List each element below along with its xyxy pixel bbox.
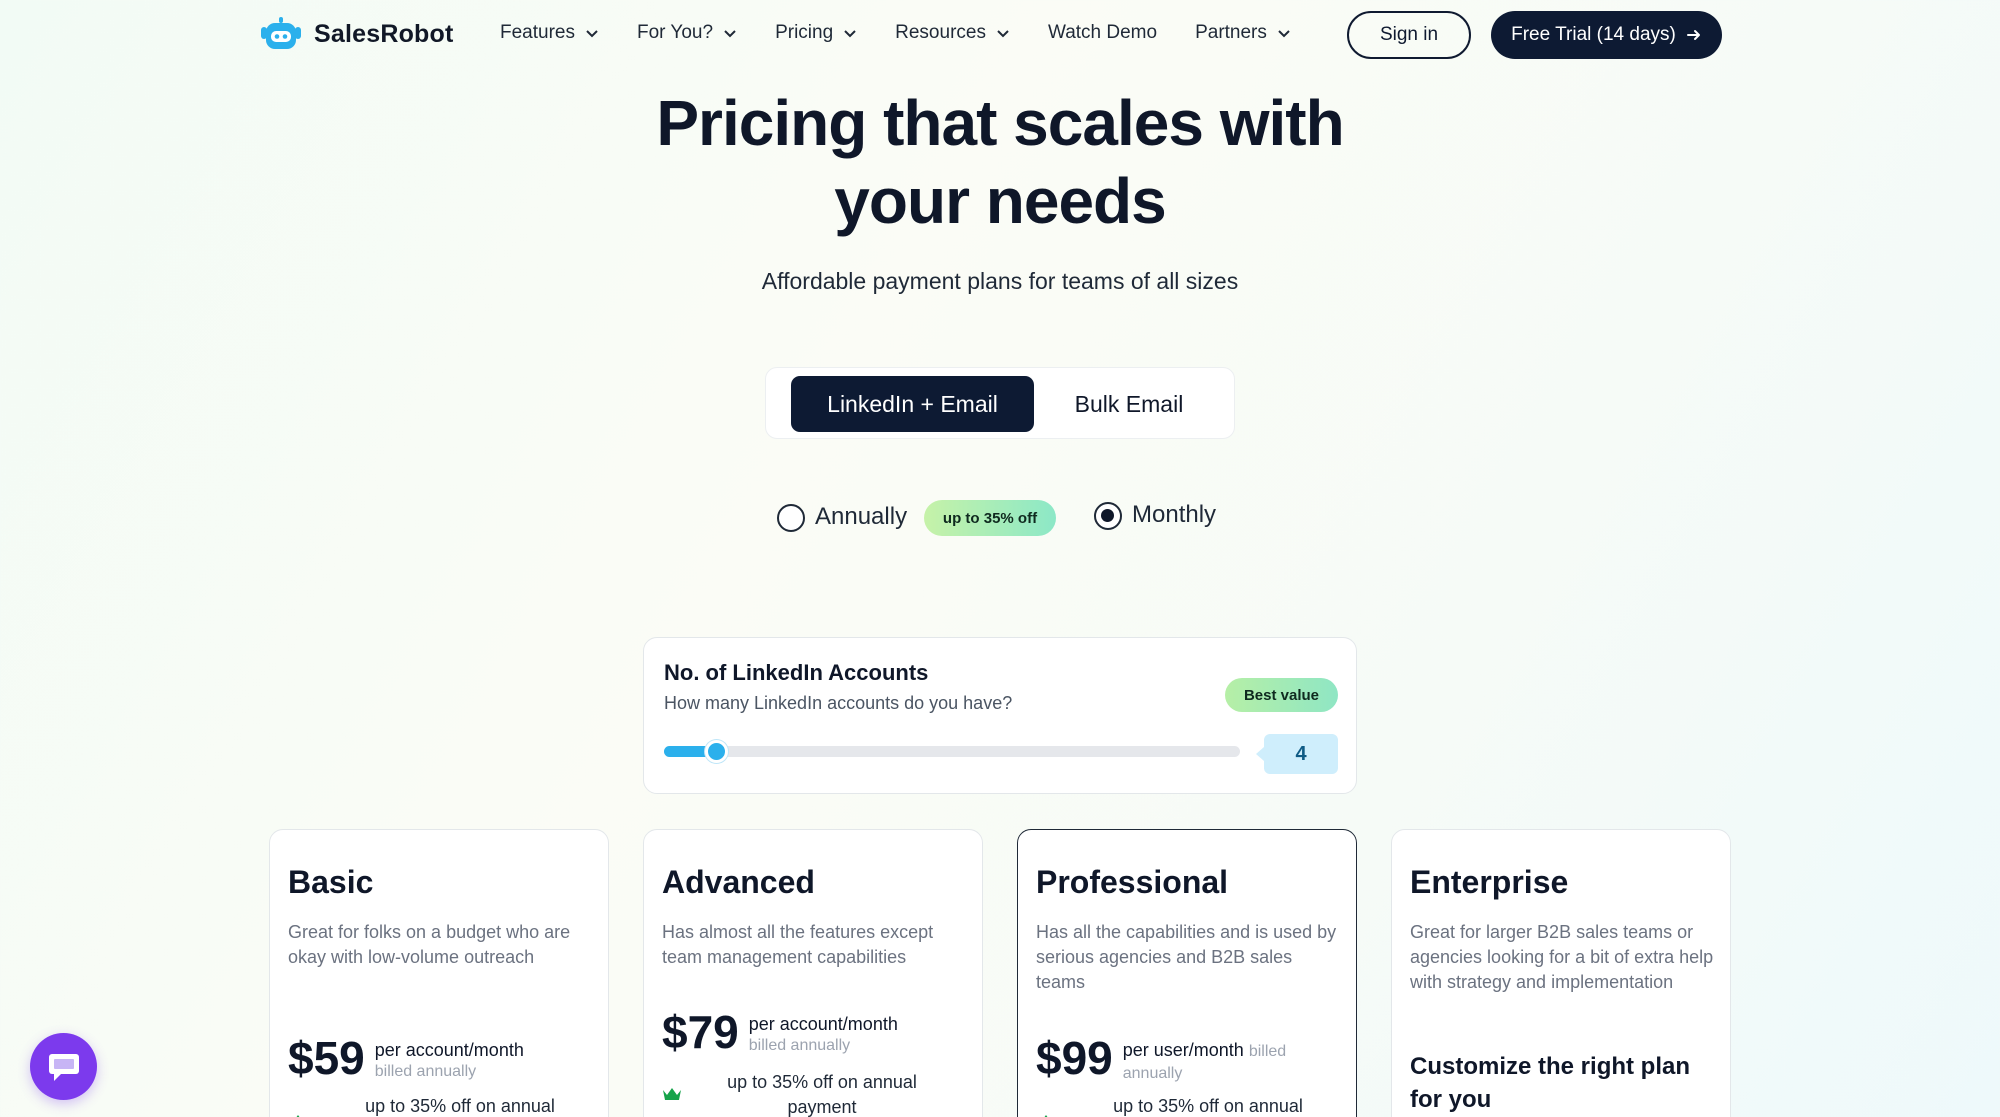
plan-per-text: per account/month bbox=[374, 1040, 524, 1060]
product-tab-group: LinkedIn + Email Bulk Email bbox=[765, 367, 1235, 439]
nav-item-label: Pricing bbox=[775, 22, 834, 43]
plan-card-professional: Professional Has all the capabilities an… bbox=[1017, 829, 1357, 1117]
brand-name: SalesRobot bbox=[314, 19, 454, 48]
annually-radio[interactable] bbox=[777, 504, 805, 532]
plan-description: Great for folks on a budget who are okay… bbox=[288, 922, 571, 967]
page-subtitle: Affordable payment plans for teams of al… bbox=[761, 268, 1239, 294]
accounts-count[interactable]: 4 bbox=[1256, 734, 1338, 774]
free-trial-button[interactable]: Free Trial (14 days) bbox=[1491, 11, 1722, 59]
plan-name: Enterprise bbox=[1410, 864, 1569, 900]
plan-price-row: $99 per user/month billed annually bbox=[1036, 1033, 1323, 1085]
plan-price: $99 bbox=[1036, 1032, 1113, 1084]
plan-description: Great for larger B2B sales teams or agen… bbox=[1410, 922, 1714, 992]
enterprise-headline: Customize the right plan for you bbox=[1410, 1053, 1691, 1113]
plan-card-enterprise: Enterprise Great for larger B2B sales te… bbox=[1391, 829, 1731, 1117]
accounts-slider-handle[interactable] bbox=[705, 740, 728, 763]
chevron-down-icon bbox=[997, 30, 1009, 38]
crown-icon bbox=[1037, 1115, 1055, 1117]
plan-price: $59 bbox=[288, 1032, 365, 1084]
crown-icon bbox=[663, 1088, 681, 1100]
nav-item-for-you[interactable]: For You? bbox=[637, 22, 737, 44]
plan-price-unit: per account/month billed annually bbox=[375, 1039, 524, 1083]
plan-price-row: $59 per account/month billed annually bbox=[288, 1033, 524, 1083]
plan-discount-text: up to 35% off on annual bbox=[1113, 1096, 1303, 1116]
plan-price-unit: per account/month billed annually bbox=[749, 1013, 898, 1057]
accounts-slider-track[interactable] bbox=[664, 740, 1240, 763]
discount-badge: up to 35% off bbox=[924, 500, 1056, 536]
nav-menu: Features For You? Pricing Resources Watc… bbox=[500, 22, 1329, 44]
accounts-subtitle: How many LinkedIn accounts do you have? bbox=[664, 693, 1013, 713]
accounts-title: No. of LinkedIn Accounts bbox=[664, 660, 929, 685]
nav-item-label: Resources bbox=[895, 22, 986, 43]
chevron-down-icon bbox=[1278, 30, 1290, 38]
page-title: Pricing that scales with your needs bbox=[0, 84, 2000, 240]
plan-name: Advanced bbox=[662, 864, 815, 900]
page-title-line-1: Pricing that scales with bbox=[656, 87, 1344, 159]
page-title-line-2: your needs bbox=[834, 165, 1166, 237]
brand-logo[interactable]: SalesRobot bbox=[258, 16, 454, 52]
nav-item-label: For You? bbox=[636, 22, 714, 43]
annually-label[interactable]: Annually bbox=[815, 503, 907, 531]
plan-name: Professional bbox=[1036, 864, 1229, 900]
sign-in-button[interactable]: Sign in bbox=[1347, 11, 1471, 59]
nav-item-pricing[interactable]: Pricing bbox=[775, 22, 857, 44]
chevron-down-icon bbox=[724, 30, 736, 38]
plan-card-advanced: Advanced Has almost all the features exc… bbox=[643, 829, 983, 1117]
monthly-label[interactable]: Monthly bbox=[1132, 501, 1216, 529]
plan-billed-inline: billed bbox=[1248, 1043, 1287, 1060]
plan-description: Has almost all the features except team … bbox=[662, 922, 934, 967]
plan-card-basic: Basic Great for folks on a budget who ar… bbox=[269, 829, 609, 1117]
nav-item-watch-demo[interactable]: Watch Demo bbox=[1048, 22, 1157, 44]
linkedin-accounts-card: No. of LinkedIn Accounts How many Linked… bbox=[643, 637, 1357, 794]
tab-bulk-email[interactable]: Bulk Email bbox=[1054, 376, 1204, 432]
nav-item-partners[interactable]: Partners bbox=[1195, 22, 1291, 44]
chat-widget-button[interactable] bbox=[30, 1033, 97, 1100]
plan-billed-text: annually bbox=[1122, 1065, 1183, 1082]
monthly-radio[interactable] bbox=[1094, 502, 1122, 530]
top-navigation: SalesRobot Features For You? Pricing Res… bbox=[0, 0, 2000, 70]
chevron-down-icon bbox=[586, 30, 598, 38]
arrow-right-icon bbox=[1686, 30, 1700, 40]
plan-description: Has all the capabilities and is used by … bbox=[1036, 922, 1337, 992]
plan-price-row: $79 per account/month billed annually bbox=[662, 1007, 898, 1057]
plan-billed-text: billed annually bbox=[748, 1037, 851, 1054]
plan-per-text: per account/month bbox=[748, 1014, 898, 1034]
plan-billed-text: billed annually bbox=[374, 1063, 477, 1080]
nav-item-features[interactable]: Features bbox=[500, 22, 599, 44]
best-value-badge: Best value bbox=[1225, 678, 1338, 712]
plan-discount-text: up to 35% off on annual bbox=[365, 1096, 555, 1116]
nav-item-label: Features bbox=[500, 22, 575, 43]
plan-per-text: per user/month bbox=[1122, 1040, 1244, 1060]
chat-bubble-icon bbox=[48, 1053, 79, 1081]
plan-name: Basic bbox=[288, 864, 374, 900]
robot-logo-icon bbox=[258, 16, 304, 52]
tab-linkedin-email[interactable]: LinkedIn + Email bbox=[791, 376, 1034, 432]
free-trial-label: Free Trial (14 days) bbox=[1511, 24, 1676, 45]
plan-discount-text: up to 35% off on annual payment bbox=[727, 1072, 917, 1117]
chevron-down-icon bbox=[844, 30, 856, 38]
nav-item-label: Partners bbox=[1195, 22, 1267, 43]
crown-icon bbox=[289, 1115, 307, 1117]
nav-item-resources[interactable]: Resources bbox=[895, 22, 1010, 44]
plan-price: $79 bbox=[662, 1006, 739, 1058]
plan-price-unit: per user/month billed annually bbox=[1123, 1039, 1323, 1085]
nav-item-label: Watch Demo bbox=[1047, 22, 1158, 43]
